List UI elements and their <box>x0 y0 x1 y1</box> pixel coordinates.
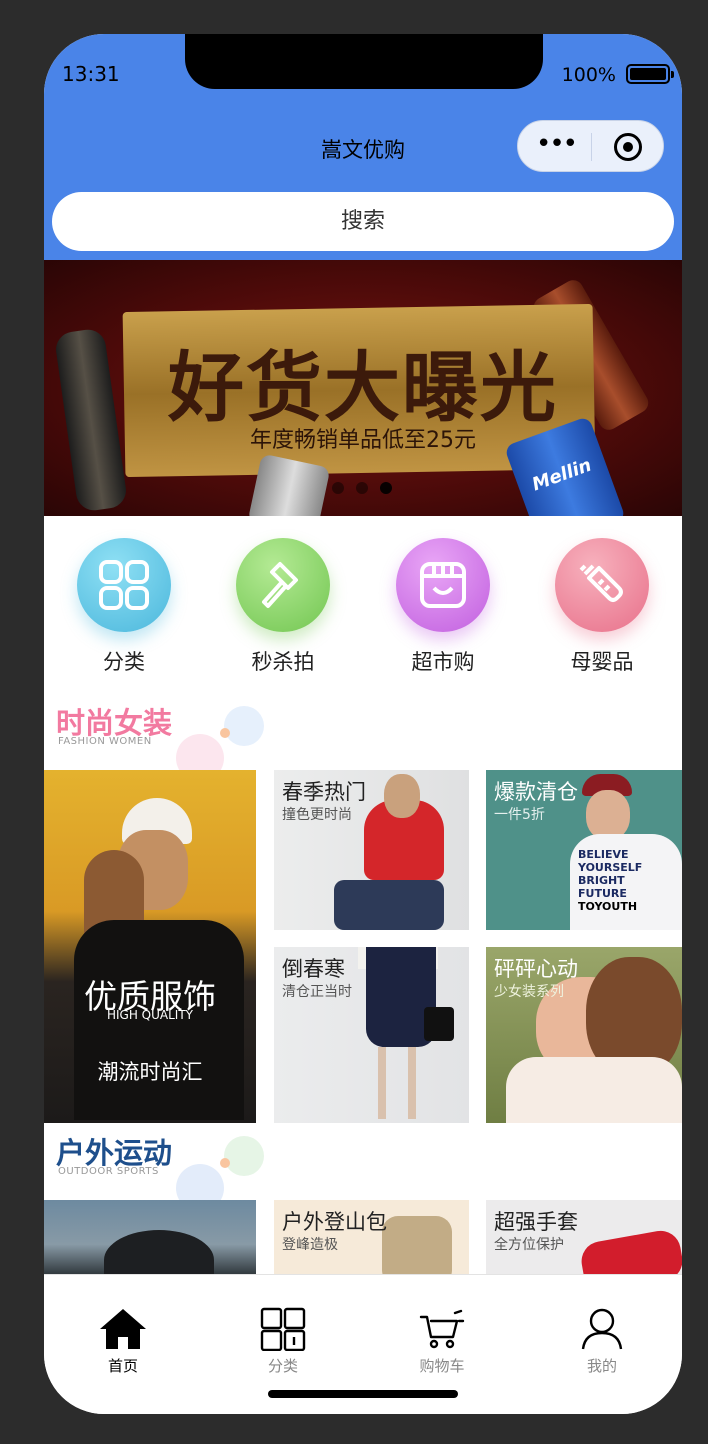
decor-circle <box>220 728 230 738</box>
section-header-fashion: 时尚女装 FASHION WOMEN <box>44 700 682 782</box>
carousel-dot[interactable] <box>356 482 368 494</box>
category-nav: 分类 秒杀拍 超市购 母婴品 <box>44 516 682 694</box>
tile-title: 爆款清仓 <box>494 780 578 804</box>
tile-subtitle: 全方位保护 <box>494 1237 564 1253</box>
model-leg-image <box>378 1047 386 1119</box>
section-header-outdoor: 户外运动 OUTDOOR SPORTS <box>44 1130 682 1212</box>
miniprogram-capsule: ••• <box>517 120 664 172</box>
model-face-image <box>586 790 630 840</box>
tile-subtitle: HIGH QUALITY <box>106 1008 194 1022</box>
section-subtitle: OUTDOOR SPORTS <box>58 1166 159 1177</box>
tile-subtitle: 少女装系列 <box>494 984 564 1000</box>
category-item-miaoshapai[interactable]: 秒杀拍 <box>213 538 353 688</box>
category-item-fenlei[interactable]: 分类 <box>54 538 194 688</box>
outdoor-tile-gloves[interactable]: 超强手套 全方位保护 <box>486 1200 682 1274</box>
tile-slogan: 潮流时尚汇 <box>97 1060 203 1084</box>
decor-circle <box>224 706 264 746</box>
battery-icon <box>626 64 674 84</box>
fashion-tile-cold[interactable]: 倒春寒 清仓正当时 <box>274 947 469 1123</box>
category-label: 母婴品 <box>570 650 634 674</box>
banner-can-label: Mellin <box>529 454 595 496</box>
section-subtitle: FASHION WOMEN <box>58 736 152 747</box>
capsule-divider <box>591 133 592 161</box>
fashion-tile-heartbeat[interactable]: 砰砰心动 少女装系列 <box>486 947 682 1123</box>
tab-mine[interactable]: 我的 <box>547 1307 657 1387</box>
tile-subtitle: 一件5折 <box>494 807 545 823</box>
tab-label: 购物车 <box>419 1357 465 1375</box>
category-grid-icon <box>260 1307 306 1351</box>
outdoor-tile-main[interactable] <box>44 1200 256 1274</box>
home-icon <box>100 1309 146 1349</box>
category-item-chaoshigou[interactable]: 超市购 <box>373 538 513 688</box>
decor-circle <box>224 1136 264 1176</box>
shop-icon <box>396 538 490 632</box>
model-blouse-image <box>506 1057 682 1123</box>
tile-subtitle: 登峰造极 <box>282 1237 338 1253</box>
hammer-icon <box>236 538 330 632</box>
category-label: 分类 <box>103 650 145 674</box>
tile-title: 砰砰心动 <box>494 957 578 981</box>
battery-percent: 100% <box>561 64 616 86</box>
carousel-dot-active[interactable] <box>380 482 392 494</box>
handbag-image <box>424 1007 454 1041</box>
navigation-bar: 嵩文优购 ••• <box>44 108 682 184</box>
fashion-tile-main[interactable]: 优质服饰 HIGH QUALITY 潮流时尚汇 <box>44 770 256 1123</box>
baby-bottle-icon <box>555 538 649 632</box>
home-indicator[interactable] <box>268 1390 458 1398</box>
tile-subtitle: 清仓正当时 <box>282 984 352 1000</box>
device-notch <box>185 34 543 89</box>
status-time: 13:31 <box>62 62 120 86</box>
hiker-image <box>104 1230 214 1274</box>
tile-title: 春季热门 <box>282 780 366 804</box>
search-bar: 搜索 <box>44 184 682 260</box>
tab-label: 我的 <box>586 1357 617 1375</box>
user-icon <box>581 1308 623 1350</box>
fashion-tile-spring[interactable]: 春季热门 撞色更时尚 <box>274 770 469 930</box>
tab-category[interactable]: 分类 <box>228 1307 338 1387</box>
phone-screen: 13:31 100% 嵩文优购 ••• 搜索 好货大曝光 年度畅销单品低至25元… <box>44 34 682 1414</box>
tile-title: 倒春寒 <box>282 957 345 981</box>
model-face-image <box>384 774 420 818</box>
tile-subtitle: 撞色更时尚 <box>282 807 352 823</box>
carousel-indicator <box>332 482 402 496</box>
tile-title: 户外登山包 <box>282 1210 387 1234</box>
outdoor-tile-backpack[interactable]: 户外登山包 登峰造极 <box>274 1200 469 1274</box>
model-leg-image <box>408 1047 416 1119</box>
cart-icon <box>419 1309 465 1349</box>
tile-title: 超强手套 <box>494 1210 578 1234</box>
backpack-image <box>382 1216 452 1274</box>
tab-label: 分类 <box>267 1357 298 1375</box>
category-item-muyingpin[interactable]: 母婴品 <box>532 538 672 688</box>
banner-carousel[interactable]: 好货大曝光 年度畅销单品低至25元 Mellin <box>44 260 682 516</box>
category-label: 秒杀拍 <box>251 650 315 674</box>
more-dots-icon[interactable]: ••• <box>536 131 578 159</box>
search-input[interactable]: 搜索 <box>52 192 674 251</box>
model-sweatshirt-image: BELIEVE YOURSELF BRIGHT FUTURE TOYOUTH <box>570 834 682 930</box>
grid-icon <box>77 538 171 632</box>
gloves-image <box>578 1227 682 1274</box>
carousel-dot[interactable] <box>332 482 344 494</box>
tab-cart[interactable]: 购物车 <box>387 1307 497 1387</box>
fashion-tile-clearance[interactable]: BELIEVE YOURSELF BRIGHT FUTURE TOYOUTH 爆款清仓 … <box>486 770 682 930</box>
target-icon[interactable] <box>614 133 642 161</box>
tab-home[interactable]: 首页 <box>68 1307 178 1387</box>
model-jeans-image <box>334 880 444 930</box>
decor-circle <box>220 1158 230 1168</box>
tab-label: 首页 <box>107 1357 138 1375</box>
sweatshirt-print-text: BELIEVE YOURSELF BRIGHT FUTURE TOYOUTH <box>578 848 643 913</box>
category-label: 超市购 <box>411 650 475 674</box>
